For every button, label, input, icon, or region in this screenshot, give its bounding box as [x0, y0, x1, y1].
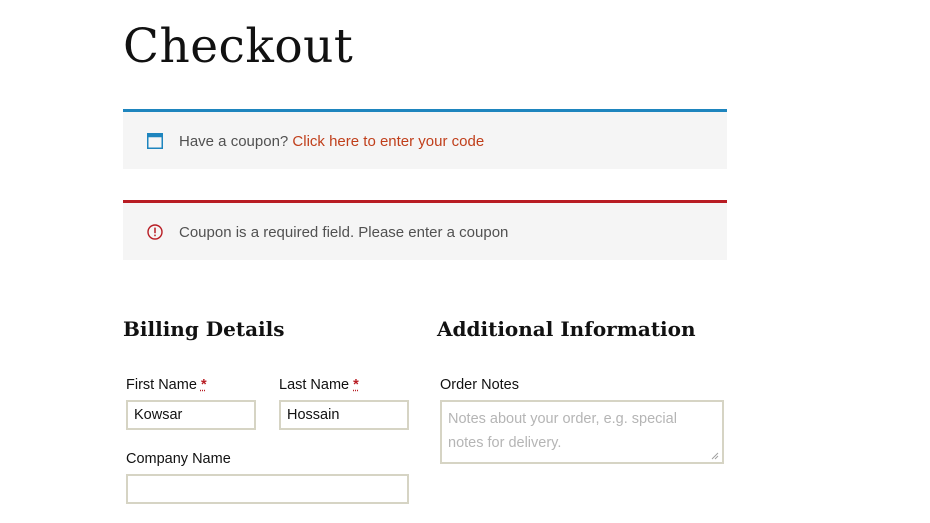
required-marker: * — [200, 377, 207, 393]
first-name-label-text: First Name — [126, 377, 197, 393]
company-name-label: Company Name — [126, 451, 231, 467]
last-name-label: Last Name * — [279, 376, 359, 394]
last-name-input[interactable] — [279, 400, 409, 430]
last-name-label-text: Last Name — [279, 377, 350, 393]
window-icon — [147, 133, 163, 149]
coupon-question: Have a coupon? — [179, 133, 289, 150]
company-name-input[interactable] — [126, 474, 409, 504]
required-marker: * — [353, 377, 359, 393]
coupon-notice-text: Have a coupon? Click here to enter your … — [179, 133, 484, 151]
resize-grip-icon[interactable] — [711, 452, 719, 460]
enter-coupon-link[interactable]: Click here to enter your code — [292, 133, 484, 150]
billing-details-heading: Billing Details — [123, 317, 285, 341]
additional-information-heading: Additional Information — [437, 317, 696, 341]
page-title: Checkout — [123, 19, 354, 74]
coupon-error-notice: Coupon is a required field. Please enter… — [123, 200, 727, 260]
order-notes-label: Order Notes — [440, 377, 519, 393]
coupon-notice: Have a coupon? Click here to enter your … — [123, 109, 727, 169]
coupon-error-text: Coupon is a required field. Please enter… — [179, 224, 509, 241]
order-notes-textarea[interactable] — [440, 400, 724, 464]
alert-circle-icon — [147, 224, 163, 240]
first-name-input[interactable] — [126, 400, 256, 430]
first-name-label: First Name * — [126, 376, 207, 394]
